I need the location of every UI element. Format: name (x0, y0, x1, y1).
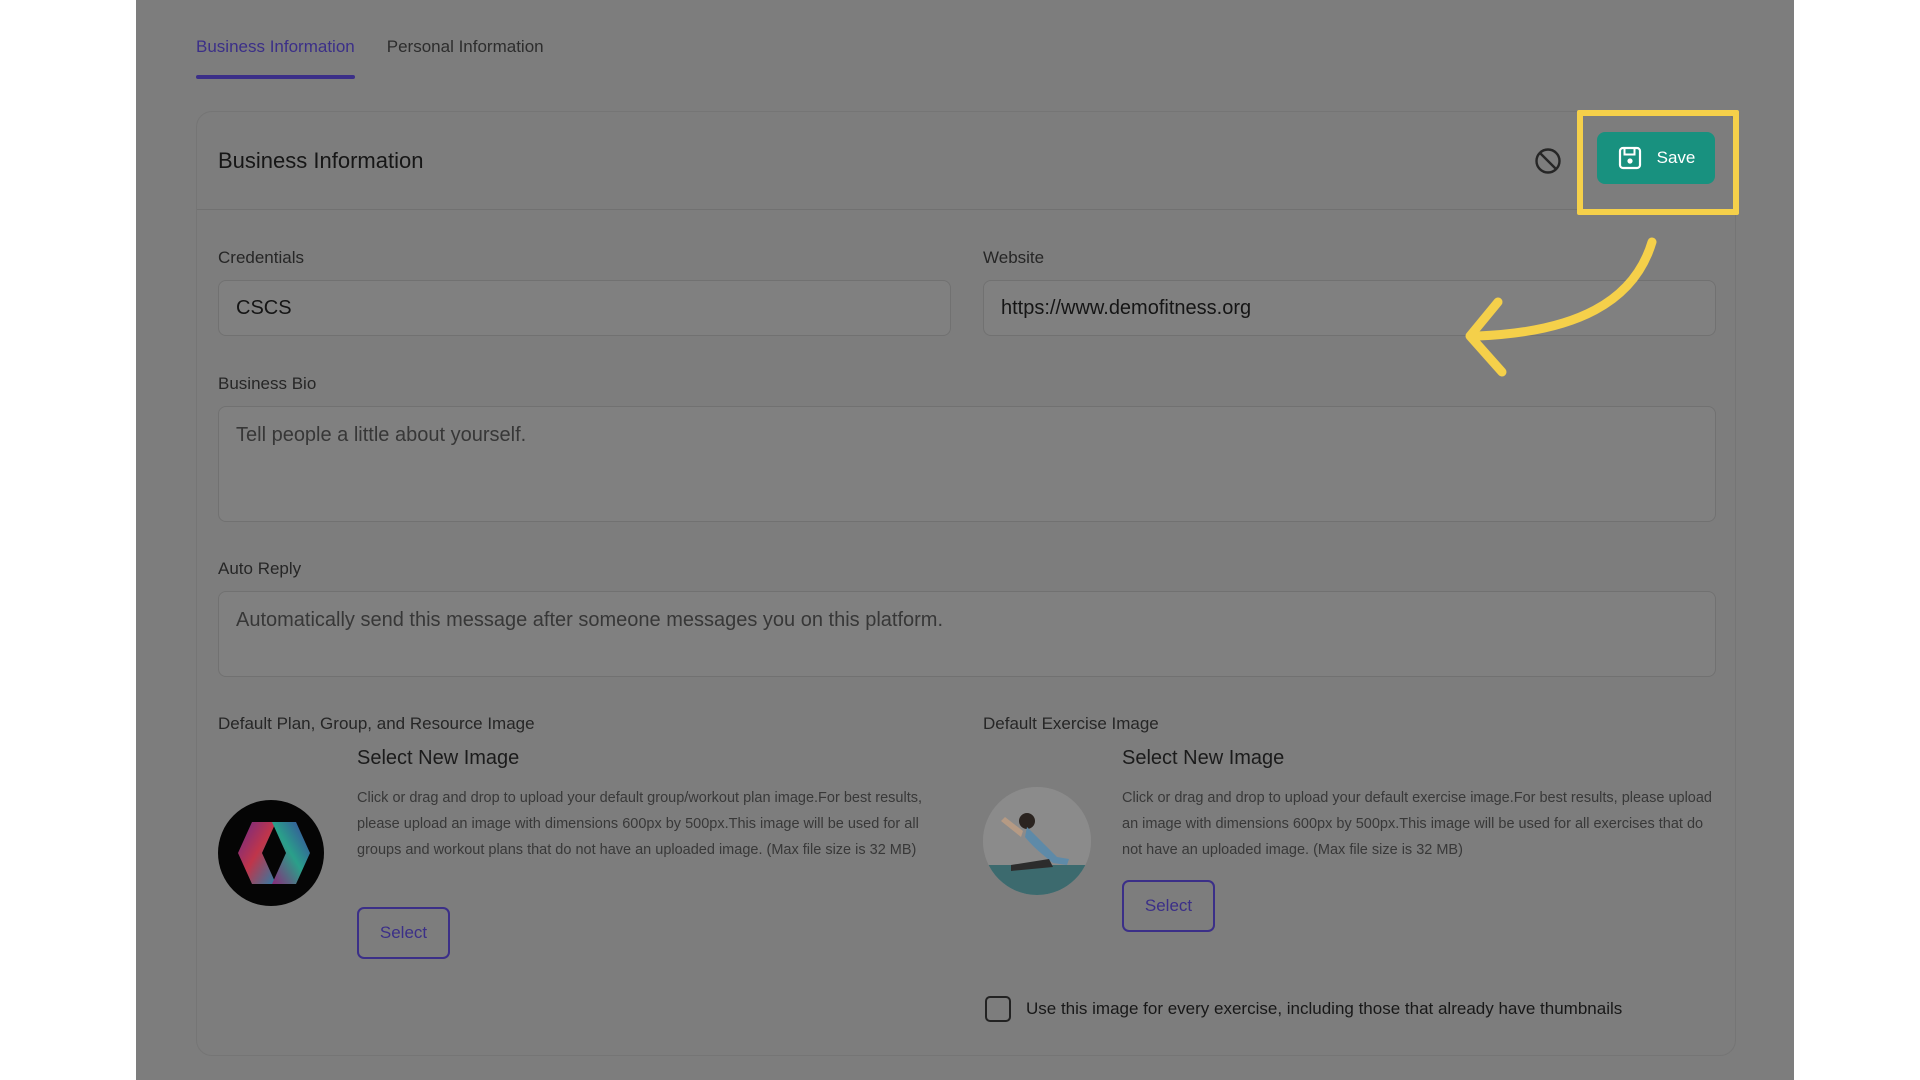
website-value: https://www.demofitness.org (1001, 297, 1252, 319)
website-input[interactable]: https://www.demofitness.org (983, 280, 1716, 336)
tab-personal-information[interactable]: Personal Information (387, 0, 544, 80)
exercise-photo-icon (983, 787, 1091, 895)
credentials-value: CSCS (236, 297, 292, 319)
business-bio-placeholder: Tell people a little about yourself. (236, 424, 527, 446)
auto-reply-textarea[interactable]: Automatically send this message after so… (218, 591, 1716, 677)
plan-image-title: Select New Image (357, 747, 520, 769)
use-for-every-exercise-label: Use this image for every exercise, inclu… (1026, 999, 1623, 1018)
plan-image-select-button[interactable]: Select (357, 907, 450, 959)
save-icon (1618, 146, 1641, 170)
exercise-image-select-button[interactable]: Select (1122, 880, 1215, 932)
exercise-image-label: Default Exercise Image (983, 714, 1159, 733)
tab-business-information[interactable]: Business Information (196, 0, 355, 80)
credentials-label: Credentials (218, 248, 304, 267)
auto-reply-placeholder: Automatically send this message after so… (236, 609, 944, 631)
credentials-input[interactable]: CSCS (218, 280, 951, 336)
website-label: Website (983, 248, 1045, 267)
exercise-image-thumbnail[interactable] (983, 787, 1091, 895)
ban-icon[interactable] (1533, 146, 1563, 176)
exercise-image-description: Click or drag and drop to upload your de… (1122, 790, 1712, 858)
tab-bar: Business Information Personal Informatio… (196, 0, 544, 80)
business-bio-label: Business Bio (218, 374, 317, 393)
business-bio-textarea[interactable]: Tell people a little about yourself. (218, 406, 1716, 522)
plan-image-description: Click or drag and drop to upload your de… (357, 790, 923, 858)
business-information-card: Business Information Save Credentials CS… (196, 110, 1739, 1056)
card-title: Business Information (218, 148, 424, 173)
save-button[interactable]: Save (1597, 132, 1715, 184)
brand-logo-icon (238, 822, 310, 884)
dimmed-app-area: Business Information Personal Informatio… (136, 0, 1794, 1080)
plan-image-thumbnail[interactable] (218, 800, 324, 906)
plan-image-label: Default Plan, Group, and Resource Image (218, 714, 535, 733)
auto-reply-label: Auto Reply (218, 559, 302, 578)
use-for-every-exercise-checkbox[interactable] (985, 996, 1011, 1022)
exercise-image-title: Select New Image (1122, 747, 1285, 769)
save-button-label: Save (1656, 148, 1696, 167)
card-header: Business Information Save (197, 110, 1739, 215)
